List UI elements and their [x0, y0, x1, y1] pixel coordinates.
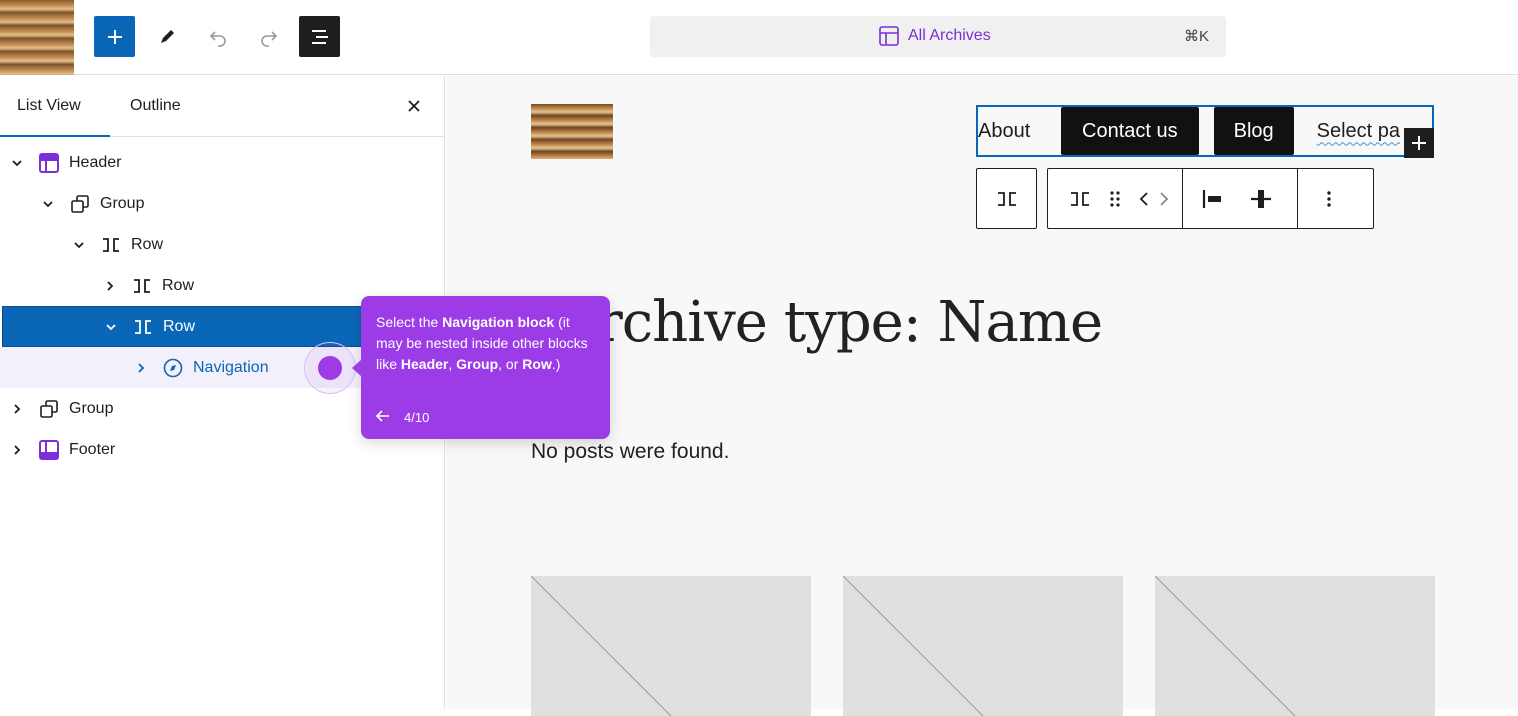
tree-item-label: Navigation — [193, 358, 269, 376]
template-part-icon — [38, 439, 60, 461]
tab-outline[interactable]: Outline — [130, 97, 181, 115]
tree-item-label: Group — [100, 194, 145, 212]
drag-handle-icon — [1110, 190, 1120, 207]
plus-icon — [107, 29, 122, 44]
document-overview-button[interactable] — [299, 16, 340, 57]
tree-item-label: Row — [163, 317, 196, 335]
row-icon — [132, 316, 154, 338]
placeholder-illustration — [1155, 576, 1296, 716]
tree-item-label: Group — [69, 399, 114, 417]
image-placeholder[interactable] — [843, 576, 1123, 716]
site-logo[interactable] — [531, 104, 613, 159]
group-icon — [69, 193, 91, 215]
placeholder-illustration — [531, 576, 672, 716]
tour-hotspot[interactable] — [318, 356, 342, 380]
tour-tooltip: Select the Navigation block (it may be n… — [352, 296, 610, 439]
archive-title[interactable]: rchive type: Name — [596, 290, 1103, 355]
nav-link-contact[interactable]: Contact us — [1061, 107, 1199, 155]
arrow-left-icon — [375, 410, 389, 422]
tooltip-arrow — [352, 359, 362, 377]
tour-step-counter: 4/10 — [404, 410, 430, 425]
command-palette-button[interactable]: All Archives ⌘K — [650, 16, 1226, 57]
shortcut-hint: ⌘K — [1183, 28, 1209, 45]
panel-tabs: List View Outline — [0, 76, 444, 137]
chevron-right-icon[interactable] — [134, 361, 148, 375]
tour-back-button[interactable] — [375, 407, 390, 428]
template-part-icon — [38, 152, 60, 174]
chevron-down-icon[interactable] — [41, 197, 55, 211]
more-options-button[interactable] — [1298, 169, 1360, 228]
chevron-right-icon[interactable] — [10, 402, 24, 416]
drag-handle[interactable] — [1102, 169, 1128, 228]
justify-left-icon — [1202, 189, 1221, 208]
row-icon — [997, 191, 1016, 206]
redo-button[interactable] — [248, 16, 289, 57]
chevron-left-icon — [1139, 191, 1148, 206]
nav-link-select-page[interactable]: Select pa — [1317, 107, 1400, 155]
chevron-down-icon[interactable] — [10, 156, 24, 170]
pencil-icon — [160, 29, 174, 43]
layout-icon — [879, 26, 899, 46]
plus-icon — [1412, 136, 1426, 150]
more-vertical-icon — [1327, 190, 1331, 207]
tree-item-label: Row — [131, 235, 164, 253]
chevron-right-icon — [1160, 191, 1169, 206]
no-results-text[interactable]: No posts were found. — [531, 440, 729, 464]
active-tab-indicator — [0, 135, 110, 137]
tree-item-label: Header — [69, 153, 122, 171]
tree-item-header[interactable]: Header — [0, 142, 445, 183]
row-icon — [1071, 191, 1089, 206]
add-block-button[interactable] — [94, 16, 135, 57]
nav-link-about[interactable]: About — [978, 107, 1061, 155]
tools-button[interactable] — [146, 16, 187, 57]
move-left-button[interactable] — [1134, 169, 1154, 228]
parent-block-button[interactable] — [976, 168, 1037, 229]
add-nav-item-button[interactable] — [1404, 128, 1434, 158]
move-right-button[interactable] — [1154, 169, 1174, 228]
list-view-icon — [311, 29, 328, 44]
nav-link-blog[interactable]: Blog — [1213, 107, 1294, 155]
justification-button[interactable] — [1183, 169, 1243, 228]
group-icon — [38, 398, 60, 420]
tree-item-row[interactable]: Row — [0, 224, 445, 265]
chevron-right-icon[interactable] — [10, 443, 24, 457]
vertical-alignment-button[interactable] — [1243, 169, 1279, 228]
row-icon — [131, 275, 153, 297]
block-type-button[interactable] — [1058, 169, 1102, 228]
close-panel-button[interactable] — [402, 94, 426, 118]
compass-icon — [162, 357, 184, 379]
navigation-block[interactable]: About Contact us Blog Select pa — [976, 105, 1434, 157]
close-icon — [408, 100, 420, 112]
image-placeholder[interactable] — [531, 576, 811, 716]
undo-icon — [209, 30, 226, 47]
tree-item-label: Footer — [69, 440, 116, 458]
chevron-down-icon[interactable] — [72, 238, 86, 252]
row-icon — [100, 234, 122, 256]
block-toolbar — [976, 168, 1374, 229]
site-icon[interactable] — [0, 0, 74, 75]
redo-icon — [260, 30, 277, 47]
image-placeholder[interactable] — [1155, 576, 1435, 716]
tab-list-view[interactable]: List View — [17, 97, 81, 115]
align-center-icon — [1251, 189, 1271, 208]
placeholder-illustration — [843, 576, 984, 716]
chevron-down-icon[interactable] — [104, 320, 118, 334]
undo-button[interactable] — [197, 16, 238, 57]
tooltip-text: Select the Navigation block (it may be n… — [376, 314, 588, 372]
tree-item-group[interactable]: Group — [0, 183, 445, 224]
block-controls-group — [1047, 168, 1374, 229]
chevron-right-icon[interactable] — [103, 279, 117, 293]
top-toolbar: All Archives ⌘K — [0, 0, 1518, 75]
command-label: All Archives — [908, 27, 991, 44]
tree-item-label: Row — [162, 276, 195, 294]
